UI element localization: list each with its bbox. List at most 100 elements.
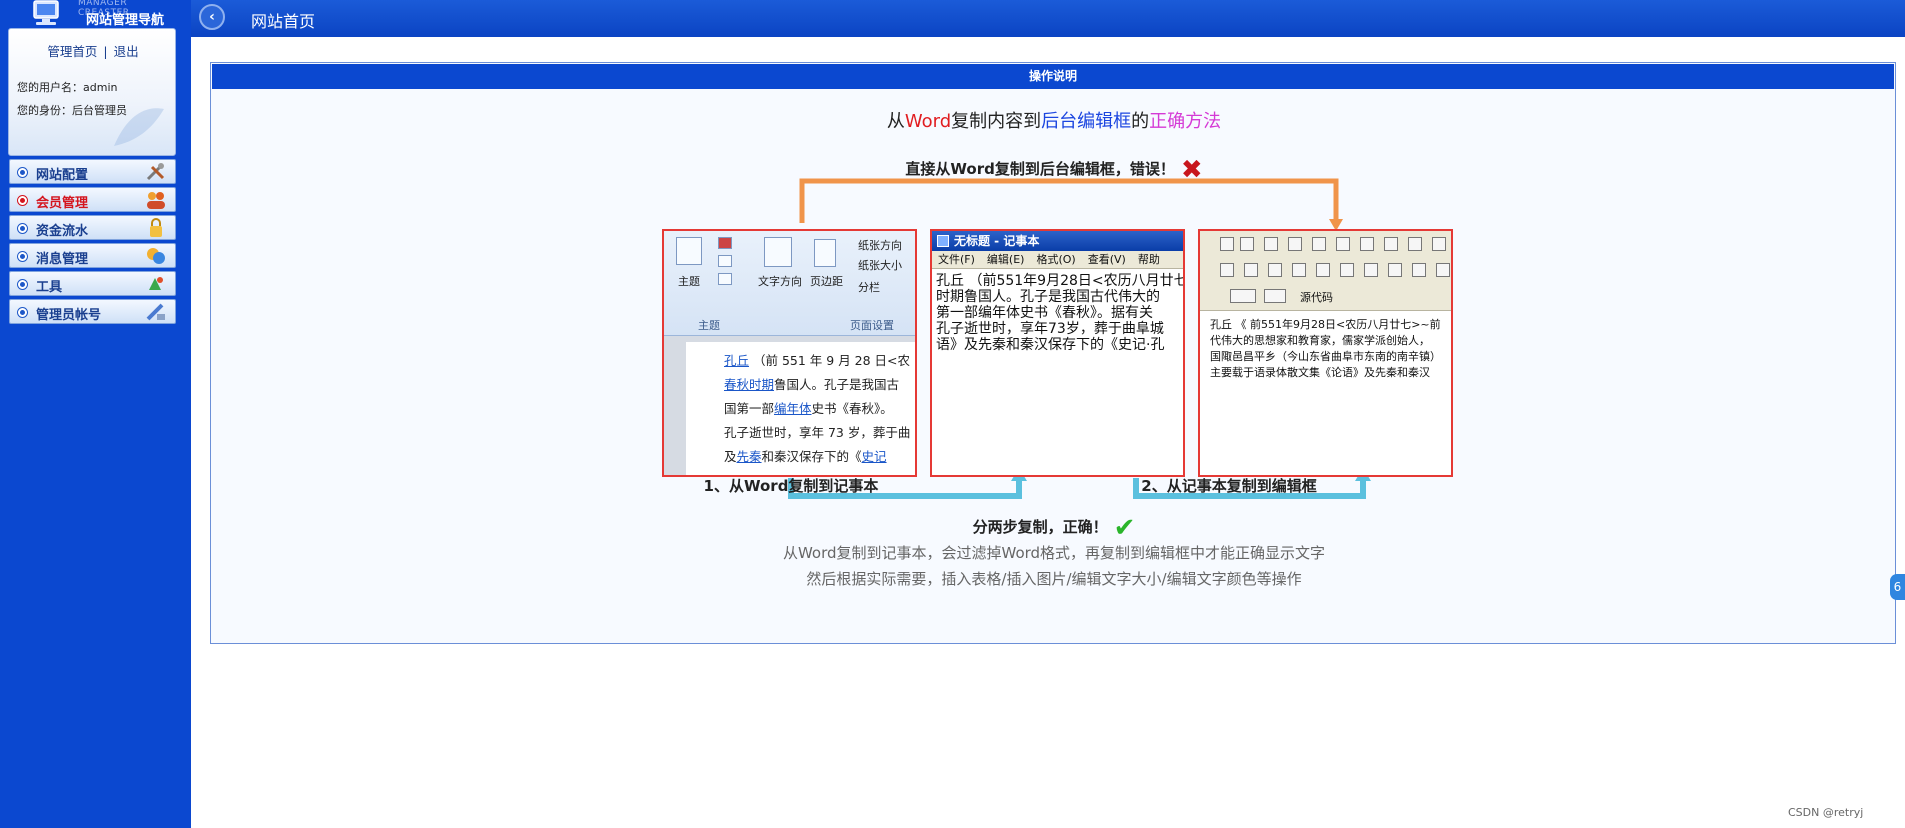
user-links: 管理首页 | 退出 [9, 41, 177, 60]
bullet-icon [18, 224, 27, 233]
notepad-text: 孔丘 （前551年9月28日<农历八月廿七 时期鲁国人。孔子是我国古代伟大的 第… [936, 273, 1185, 353]
doc-line: 及先秦和秦汉保存下的《史记 [724, 449, 887, 464]
user-info-box: 管理首页 | 退出 您的用户名：admin 您的身份：后台管理员 [8, 28, 176, 156]
colors-icon [718, 237, 732, 249]
admin-icon [146, 303, 165, 321]
tool-icon [1340, 263, 1354, 277]
editor-screenshot: 源代码 孔丘 《 前551年9月28日<农历八月廿七>~前 代伟大的思想家和教育… [1198, 229, 1453, 477]
word-screenshot: 主题 文字方向 页边距 纸张方向 纸张大小 分栏 主题 页面设置 孔丘 （前 5… [662, 229, 917, 477]
tool-icon [1360, 237, 1374, 251]
tool-icon [1292, 263, 1306, 277]
sidebar-item-label: 管理员帐号 [36, 308, 102, 323]
effects-icon [718, 273, 732, 285]
margins-button: 页边距 [810, 275, 843, 288]
notepad-menu-item: 编辑(E) [986, 253, 1025, 266]
correct-text: 分两步复制，正确！ [972, 518, 1108, 536]
tool-icon [1432, 237, 1446, 251]
notepad-menu-item: 查看(V) [1087, 253, 1126, 266]
step-one-label: 1、从Word复制到记事本 [703, 477, 879, 495]
paper-orientation-button: 纸张方向 [858, 239, 902, 252]
text-color-icon [1230, 289, 1256, 303]
sidebar-item-messages[interactable]: 消息管理 [9, 243, 176, 268]
users-icon [147, 192, 165, 209]
bg-color-icon [1264, 289, 1286, 303]
link-separator: | [103, 44, 108, 59]
notepad-menu-item: 帮助 [1137, 253, 1160, 266]
tool-icon [1240, 237, 1254, 251]
tools-icon [146, 163, 165, 181]
tool-icon [1220, 237, 1234, 251]
word-document: 孔丘 （前 551 年 9 月 28 日<农 春秋时期鲁国人。孔子是我国古 国第… [664, 336, 915, 475]
bullet-icon [18, 280, 27, 289]
sidebar-item-label: 会员管理 [36, 196, 89, 211]
tool-icon [1316, 263, 1330, 277]
notepad-icon [937, 235, 949, 247]
notepad-menu-item: 格式(O) [1036, 253, 1076, 266]
sidebar-item-finance[interactable]: 资金流水 [9, 215, 176, 240]
description-line-1: 从Word复制到记事本，会过滤掉Word格式，再复制到编辑框中才能正确显示文字 [782, 544, 1326, 562]
fonts-icon [718, 255, 732, 267]
bullet-icon [18, 308, 27, 317]
page-setup-group-label: 页面设置 [850, 319, 894, 332]
theme-group-label: 主题 [698, 319, 720, 332]
bullet-icon [18, 252, 27, 261]
margins-icon [814, 239, 836, 267]
doc-line: 国第一部编年体史书《春秋》。 [724, 401, 893, 416]
tool-icon [1364, 263, 1378, 277]
lock-icon [150, 218, 162, 237]
correct-line: 分两步复制，正确！ ✔ [211, 513, 1897, 543]
computer-icon [33, 0, 59, 25]
check-icon: ✔ [1113, 513, 1136, 543]
tool-icon [1412, 263, 1426, 277]
bullet-icon [18, 196, 27, 205]
doc-line: 孔丘 （前 551 年 9 月 28 日<农 [724, 353, 911, 368]
sidebar-item-label: 资金流水 [36, 224, 89, 239]
text-direction-icon [764, 237, 792, 267]
step-two-label: 2、从记事本复制到编辑框 [1141, 477, 1317, 495]
tool-icon [1388, 263, 1402, 277]
tool-icon [1384, 237, 1398, 251]
tool-icon [1408, 237, 1422, 251]
tool-icon [1312, 237, 1326, 251]
watermark: CSDN @retryj [1788, 806, 1864, 819]
sidebar-item-site-config[interactable]: 网站配置 [9, 159, 176, 184]
notepad-screenshot: 无标题 - 记事本 文件(F) 编辑(E) 格式(O) 查看(V) 帮助 孔丘 （前55… [930, 229, 1185, 477]
back-button[interactable]: ‹ [199, 4, 225, 30]
editor-text: 孔丘 《 前551年9月28日<农历八月廿七>~前 代伟大的思想家和教育家，儒家… [1210, 318, 1441, 379]
notepad-menubar: 文件(F) 编辑(E) 格式(O) 查看(V) 帮助 [932, 251, 1183, 269]
editor-toolbar: 源代码 [1200, 231, 1451, 311]
top-bar: ‹ 网站首页 [191, 0, 1905, 37]
tool-icon [1244, 263, 1258, 277]
sidebar-item-tools[interactable]: 工具 [9, 271, 176, 296]
logout-link[interactable]: 退出 [114, 44, 139, 59]
tool-icon [1268, 263, 1282, 277]
page-title: 网站首页 [251, 12, 316, 31]
app-root: MANAGER CREASTER 网站管理导航 管理首页 | 退出 您的用户名：ad… [0, 0, 1905, 828]
sidebar-item-label: 消息管理 [36, 252, 89, 267]
tool-icon [149, 277, 163, 290]
sidebar-item-members[interactable]: 会员管理 [9, 187, 176, 212]
tool-icon [1336, 237, 1350, 251]
side-float-tab[interactable]: 6 [1890, 574, 1905, 600]
username-text: 您的用户名：admin [17, 81, 118, 94]
doc-line: 孔子逝世时，享年 73 岁，葬于曲 [724, 425, 911, 440]
tool-icon [1264, 237, 1278, 251]
theme-icon [676, 237, 702, 265]
tool-icon [1436, 263, 1450, 277]
description-line-2: 然后根据实际需要，插入表格/插入图片/编辑文字大小/编辑文字颜色等操作 [806, 570, 1302, 588]
sidebar-item-admin-account[interactable]: 管理员帐号 [9, 299, 176, 324]
doc-line: 春秋时期鲁国人。孔子是我国古 [724, 377, 900, 392]
notepad-menu-item: 文件(F) [938, 253, 975, 266]
admin-home-link[interactable]: 管理首页 [47, 44, 97, 59]
tool-icon [1220, 263, 1234, 277]
columns-button: 分栏 [858, 281, 880, 294]
text-direction-button: 文字方向 [758, 275, 802, 288]
sidebar: MANAGER CREASTER 网站管理导航 管理首页 | 退出 您的用户名：ad… [0, 0, 191, 828]
sidebar-item-label: 工具 [36, 280, 63, 295]
paper-size-button: 纸张大小 [858, 259, 902, 272]
tool-icon [1288, 237, 1302, 251]
decor-leaf-icon [114, 108, 164, 146]
notepad-titlebar: 无标题 - 记事本 [932, 231, 1183, 251]
bullet-icon [18, 168, 27, 177]
orange-arrow [799, 178, 1339, 223]
